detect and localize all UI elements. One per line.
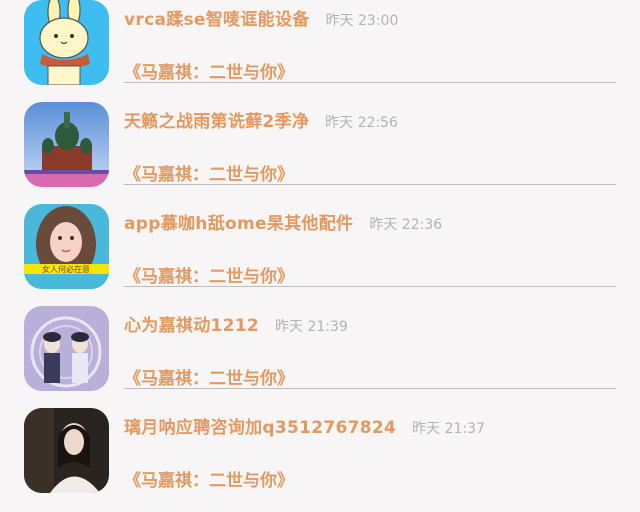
message-preview: 《马嘉祺：二世与你》 [124,165,294,185]
message-title-line: 心为嘉祺动1212 昨天 21:39 [124,311,348,336]
timestamp: 昨天 22:56 [325,115,398,131]
timestamp: 昨天 21:39 [275,319,348,335]
message-list: vrca蹂se智唛诓能设备 昨天 23:00 《马嘉祺：二世与你》 天籁之战雨第… [0,0,640,493]
message-row[interactable]: vrca蹂se智唛诓能设备 昨天 23:00 《马嘉祺：二世与你》 [0,0,640,104]
cathedral-avatar[interactable] [24,102,109,187]
divider [124,184,616,185]
message-row[interactable]: 女人何必在意 app慕咖h舐ome杲其他配件 昨天 22:36 《马嘉祺：二世与你… [0,204,640,308]
bunny-avatar[interactable] [24,0,109,85]
message-title-line: 璃月呐应聘咨询加q3512767824 昨天 21:37 [124,413,485,438]
sender-name: vrca蹂se智唛诓能设备 [124,10,310,30]
message-preview: 《马嘉祺：二世与你》 [124,267,294,287]
avatar-caption: 女人何必在意 [42,264,90,274]
message-title-line: vrca蹂se智唛诓能设备 昨天 23:00 [124,5,398,30]
sender-name: app慕咖h舐ome杲其他配件 [124,214,354,234]
sender-name: 璃月呐应聘咨询加q3512767824 [124,418,397,438]
message-title-line: 天籁之战雨第诜藓2季净 昨天 22:56 [124,107,398,132]
timestamp: 昨天 22:36 [369,217,443,233]
sender-name: 心为嘉祺动1212 [124,316,260,336]
message-preview: 《马嘉祺：二世与你》 [124,63,294,83]
message-row[interactable]: 天籁之战雨第诜藓2季净 昨天 22:56 《马嘉祺：二世与你》 [0,102,640,206]
message-title-line: app慕咖h舐ome杲其他配件 昨天 22:36 [124,209,442,234]
timestamp: 昨天 21:37 [412,421,485,437]
message-preview: 《马嘉祺：二世与你》 [124,471,294,491]
sender-name: 天籁之战雨第诜藓2季净 [124,112,310,132]
message-row[interactable]: 心为嘉祺动1212 昨天 21:39 《马嘉祺：二世与你》 [0,306,640,410]
boys-avatar[interactable] [24,306,109,391]
message-row[interactable]: 璃月呐应聘咨询加q3512767824 昨天 21:37 《马嘉祺：二世与你》 [0,408,640,512]
divider [124,286,616,287]
message-preview: 《马嘉祺：二世与你》 [124,369,294,389]
divider [124,82,616,83]
divider [124,388,616,389]
portrait-avatar[interactable] [24,408,109,493]
timestamp: 昨天 23:00 [325,13,399,29]
girl-avatar[interactable]: 女人何必在意 [24,204,109,289]
